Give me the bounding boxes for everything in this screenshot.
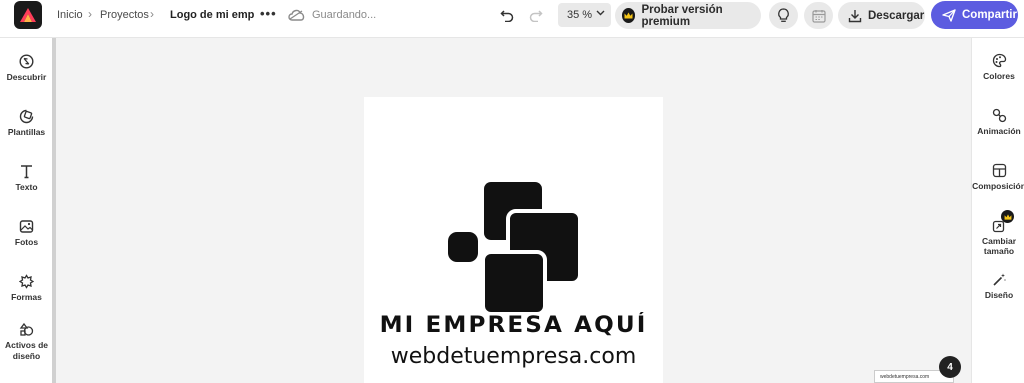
layout-icon (992, 163, 1006, 178)
app-logo-icon (20, 8, 36, 22)
chevron-down-icon (596, 10, 605, 16)
schedule-button[interactable] (804, 2, 833, 29)
photo-icon (19, 220, 34, 233)
shapes-icon (19, 274, 34, 289)
company-logo-mark[interactable] (446, 180, 582, 314)
chevron-right-icon: › (88, 7, 92, 21)
sidebar-item-animation[interactable]: Animación (971, 108, 1024, 136)
assets-icon (19, 322, 34, 336)
premium-label: Probar versión premium (641, 3, 723, 28)
redo-button[interactable] (529, 8, 543, 27)
crown-icon (622, 8, 636, 23)
zoom-dropdown[interactable]: 35 % (558, 3, 611, 27)
download-label: Descargar (868, 9, 925, 22)
compass-icon (19, 54, 34, 69)
breadcrumb-projects[interactable]: Proyectos (100, 9, 149, 21)
sidebar-item-colors[interactable]: Colores (971, 53, 1024, 81)
sidebar-item-label: Colores (983, 71, 1015, 81)
sidebar-item-design[interactable]: Diseño (971, 272, 1024, 300)
send-icon (942, 8, 956, 22)
sidebar-item-label: Composición (972, 181, 1024, 191)
premium-crown-icon (1001, 210, 1014, 223)
sidebar-item-label: Fotos (14, 237, 39, 247)
undo-icon (500, 10, 514, 23)
sidebar-item-design-assets[interactable]: Activos de diseño (0, 322, 53, 362)
sidebar-item-label: Descubrir (6, 72, 47, 82)
chevron-right-icon: › (150, 7, 154, 21)
cloud-sync-icon (287, 8, 306, 26)
text-icon (21, 165, 32, 179)
sidebar-item-text[interactable]: Texto (0, 164, 53, 192)
sidebar-item-label: Diseño (984, 290, 1014, 300)
share-label: Compartir (962, 9, 1017, 21)
templates-icon (19, 109, 34, 124)
document-title[interactable]: Logo de mi emp (170, 9, 254, 21)
magic-wand-icon (992, 273, 1006, 286)
download-button[interactable]: Descargar (838, 2, 925, 29)
zoom-value: 35 % (567, 9, 593, 21)
company-website-text[interactable]: webdetuempresa.com (364, 344, 663, 369)
sidebar-item-shapes[interactable]: Formas (0, 274, 53, 302)
top-bar: Inicio › Proyectos › Logo de mi emp ••• … (0, 0, 1024, 38)
try-premium-button[interactable]: Probar versión premium (615, 2, 761, 29)
logo-square-bottom (481, 250, 547, 314)
sidebar-item-discover[interactable]: Descubrir (0, 54, 53, 82)
adobe-express-logo[interactable] (14, 1, 42, 29)
share-button[interactable]: Compartir (931, 1, 1018, 29)
sidebar-item-composition[interactable]: Composición (971, 163, 1024, 191)
ideas-button[interactable] (769, 2, 798, 29)
company-name-text[interactable]: MI EMPRESA AQUÍ (357, 313, 671, 338)
page-count-badge[interactable]: 4 (939, 356, 961, 378)
thumbnail-text: webdetuempresa.com (880, 374, 930, 380)
sidebar-item-label: Formas (11, 292, 42, 302)
sidebar-item-label: Animación (977, 126, 1021, 136)
sidebar-item-photos[interactable]: Fotos (0, 219, 53, 247)
calendar-icon (811, 9, 826, 23)
sidebar-item-label: Cambiar tamaño (981, 236, 1016, 256)
download-icon (848, 9, 862, 22)
right-sidebar (971, 38, 1024, 383)
sidebar-item-label: Activos de diseño (5, 340, 48, 361)
redo-icon (529, 10, 543, 23)
animation-icon (992, 108, 1006, 123)
logo-square-small (448, 232, 478, 262)
more-options-button[interactable]: ••• (260, 6, 277, 21)
sidebar-item-label: Plantillas (7, 127, 46, 137)
undo-button[interactable] (500, 8, 514, 27)
saving-status: Guardando... (312, 9, 377, 21)
sidebar-item-resize[interactable]: Cambiar tamaño (971, 218, 1024, 256)
lightbulb-icon (778, 8, 789, 22)
palette-icon (992, 53, 1006, 68)
breadcrumb-home[interactable]: Inicio (57, 9, 83, 21)
sidebar-item-templates[interactable]: Plantillas (0, 109, 53, 137)
sidebar-item-label: Texto (15, 182, 38, 192)
